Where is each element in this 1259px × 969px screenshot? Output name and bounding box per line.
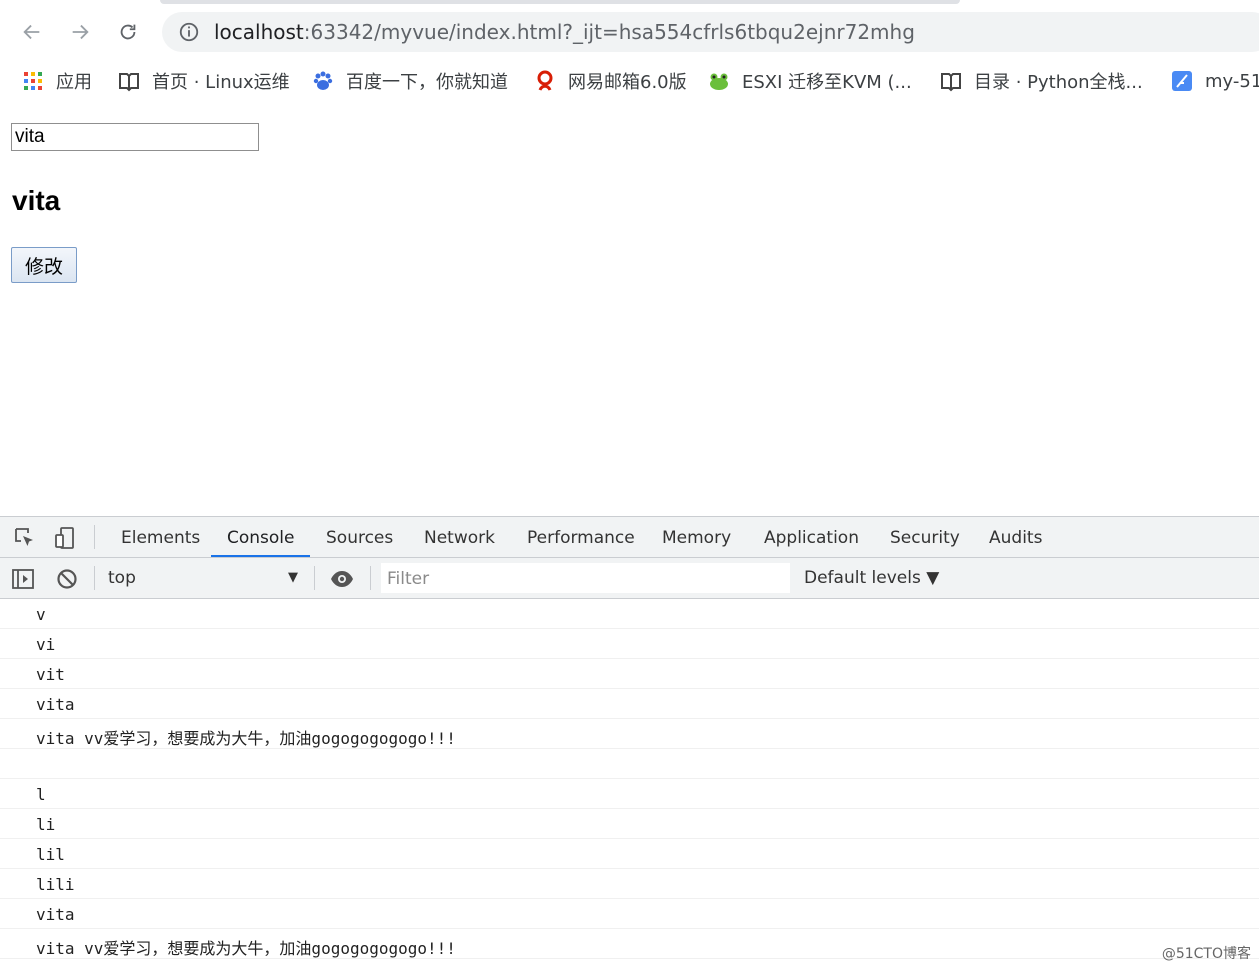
book-icon xyxy=(119,73,139,92)
console-message xyxy=(0,749,1259,779)
toolbar-divider xyxy=(370,566,371,590)
console-message: lili xyxy=(0,869,1259,899)
tab-audits[interactable]: Audits xyxy=(989,517,1042,557)
message-input[interactable] xyxy=(11,123,259,151)
watermark: @51CTO博客 xyxy=(1161,946,1251,962)
bookmark-my51[interactable]: my-51 xyxy=(1171,67,1259,95)
url-text[interactable]: localhost:63342/myvue/index.html?_ijt=hs… xyxy=(214,21,915,43)
tab-performance[interactable]: Performance xyxy=(527,517,635,557)
feather-icon xyxy=(1172,71,1192,91)
arrow-right-icon xyxy=(72,24,89,40)
context-dropdown-icon[interactable]: ▼ xyxy=(288,570,298,585)
tab-network[interactable]: Network xyxy=(424,517,495,557)
console-message-text: lili xyxy=(36,875,75,894)
bookmark-label: 网易邮箱6.0版 xyxy=(568,72,687,93)
console-message: vi xyxy=(0,629,1259,659)
bookmark-label: ESXI 迁移至KVM (... xyxy=(742,72,912,93)
console-message-text: l xyxy=(36,785,46,804)
back-button[interactable] xyxy=(18,18,46,46)
console-message-text: vita xyxy=(36,905,75,924)
console-message: vita vv爱学习，想要成为大牛，加油gogogogogogo!!! xyxy=(0,719,1259,749)
console-message-text: v xyxy=(36,605,46,624)
show-sidebar-icon[interactable] xyxy=(11,567,35,591)
arrow-left-icon xyxy=(23,24,40,40)
filter-placeholder: Filter xyxy=(387,569,430,589)
bookmark-python[interactable]: 目录 · Python全栈... xyxy=(940,67,1143,95)
active-tab-edge xyxy=(160,0,960,4)
reload-button[interactable] xyxy=(114,18,142,46)
console-message-text: vita vv爱学习，想要成为大牛，加油gogogogogogo!!! xyxy=(36,939,456,958)
message-heading: vita xyxy=(12,185,61,216)
console-message-text: vit xyxy=(36,665,65,684)
console-message: vita xyxy=(0,689,1259,719)
bookmark-label: 应用 xyxy=(56,72,92,93)
bookmark-netease[interactable]: 网易邮箱6.0版 xyxy=(534,67,687,95)
tab-memory[interactable]: Memory xyxy=(662,517,731,557)
tab-security[interactable]: Security xyxy=(890,517,960,557)
eye-icon[interactable] xyxy=(330,567,354,591)
toolbar-divider xyxy=(314,566,315,590)
bookmarks-bar: 应用 首页 · Linux运维 百度一下，你就知道 网易邮箱6.0版 ESXI … xyxy=(0,60,1259,102)
book-icon xyxy=(941,73,961,92)
tab-application[interactable]: Application xyxy=(764,517,859,557)
url-path: :63342/myvue/index.html?_ijt=hsa554cfrls… xyxy=(303,20,915,44)
log-levels-dropdown[interactable]: Default levels ▼ xyxy=(804,568,939,588)
console-message: v xyxy=(0,599,1259,629)
device-toolbar-icon[interactable] xyxy=(53,526,77,550)
active-tab-indicator xyxy=(211,555,310,557)
url-host: localhost xyxy=(214,20,304,44)
bookmark-label: 目录 · Python全栈... xyxy=(974,72,1143,93)
tab-elements[interactable]: Elements xyxy=(121,517,200,557)
console-message: lil xyxy=(0,839,1259,869)
clear-console-icon[interactable] xyxy=(55,567,79,591)
bookmark-label: 首页 · Linux运维 xyxy=(152,72,290,93)
console-message-text: vita vv爱学习，想要成为大牛，加油gogogogogogo!!! xyxy=(36,729,456,748)
browser-toolbar: localhost:63342/myvue/index.html?_ijt=hs… xyxy=(0,6,1259,58)
apps-grid-icon xyxy=(24,72,42,90)
console-toolbar: top ▼ Filter Default levels ▼ xyxy=(0,558,1259,599)
console-message-text: vi xyxy=(36,635,56,654)
console-message-text: lil xyxy=(36,845,65,864)
page-viewport: vita 修改 xyxy=(0,103,1259,516)
filter-input[interactable]: Filter xyxy=(381,563,790,593)
toolbar-divider xyxy=(94,566,95,590)
inspect-element-icon[interactable] xyxy=(13,526,37,550)
console-message-text: li xyxy=(36,815,56,834)
frog-icon xyxy=(710,73,728,90)
devtools-tab-bar: Elements Console Sources Network Perform… xyxy=(0,517,1259,558)
console-message: li xyxy=(0,809,1259,839)
context-selector[interactable]: top xyxy=(108,568,136,588)
devtools-panel: Elements Console Sources Network Perform… xyxy=(0,516,1259,969)
console-message: l xyxy=(0,779,1259,809)
bookmark-apps[interactable]: 应用 xyxy=(22,67,92,95)
console-message-text: vita xyxy=(36,695,75,714)
console-message: vita xyxy=(0,899,1259,929)
address-bar[interactable]: localhost:63342/myvue/index.html?_ijt=hs… xyxy=(162,12,1259,52)
toolbar-divider xyxy=(94,525,95,549)
bookmark-label: my-51 xyxy=(1205,70,1259,92)
bookmark-esxi[interactable]: ESXI 迁移至KVM (... xyxy=(708,67,912,95)
bookmark-linux[interactable]: 首页 · Linux运维 xyxy=(118,67,290,95)
baidu-paw-icon xyxy=(313,71,333,90)
reload-icon xyxy=(120,24,136,40)
bookmark-label: 百度一下，你就知道 xyxy=(346,72,508,93)
info-icon[interactable] xyxy=(178,21,200,43)
bookmark-baidu[interactable]: 百度一下，你就知道 xyxy=(312,67,508,95)
tab-console[interactable]: Console xyxy=(227,517,295,557)
tab-sources[interactable]: Sources xyxy=(326,517,393,557)
forward-button[interactable] xyxy=(66,18,94,46)
modify-button[interactable]: 修改 xyxy=(11,247,77,283)
console-message: vit xyxy=(0,659,1259,689)
console-message: vita vv爱学习，想要成为大牛，加油gogogogogogo!!! xyxy=(0,929,1259,959)
console-output: v vi vit vita vita vv爱学习，想要成为大牛，加油gogogo… xyxy=(0,599,1259,969)
netease-icon xyxy=(537,70,553,91)
